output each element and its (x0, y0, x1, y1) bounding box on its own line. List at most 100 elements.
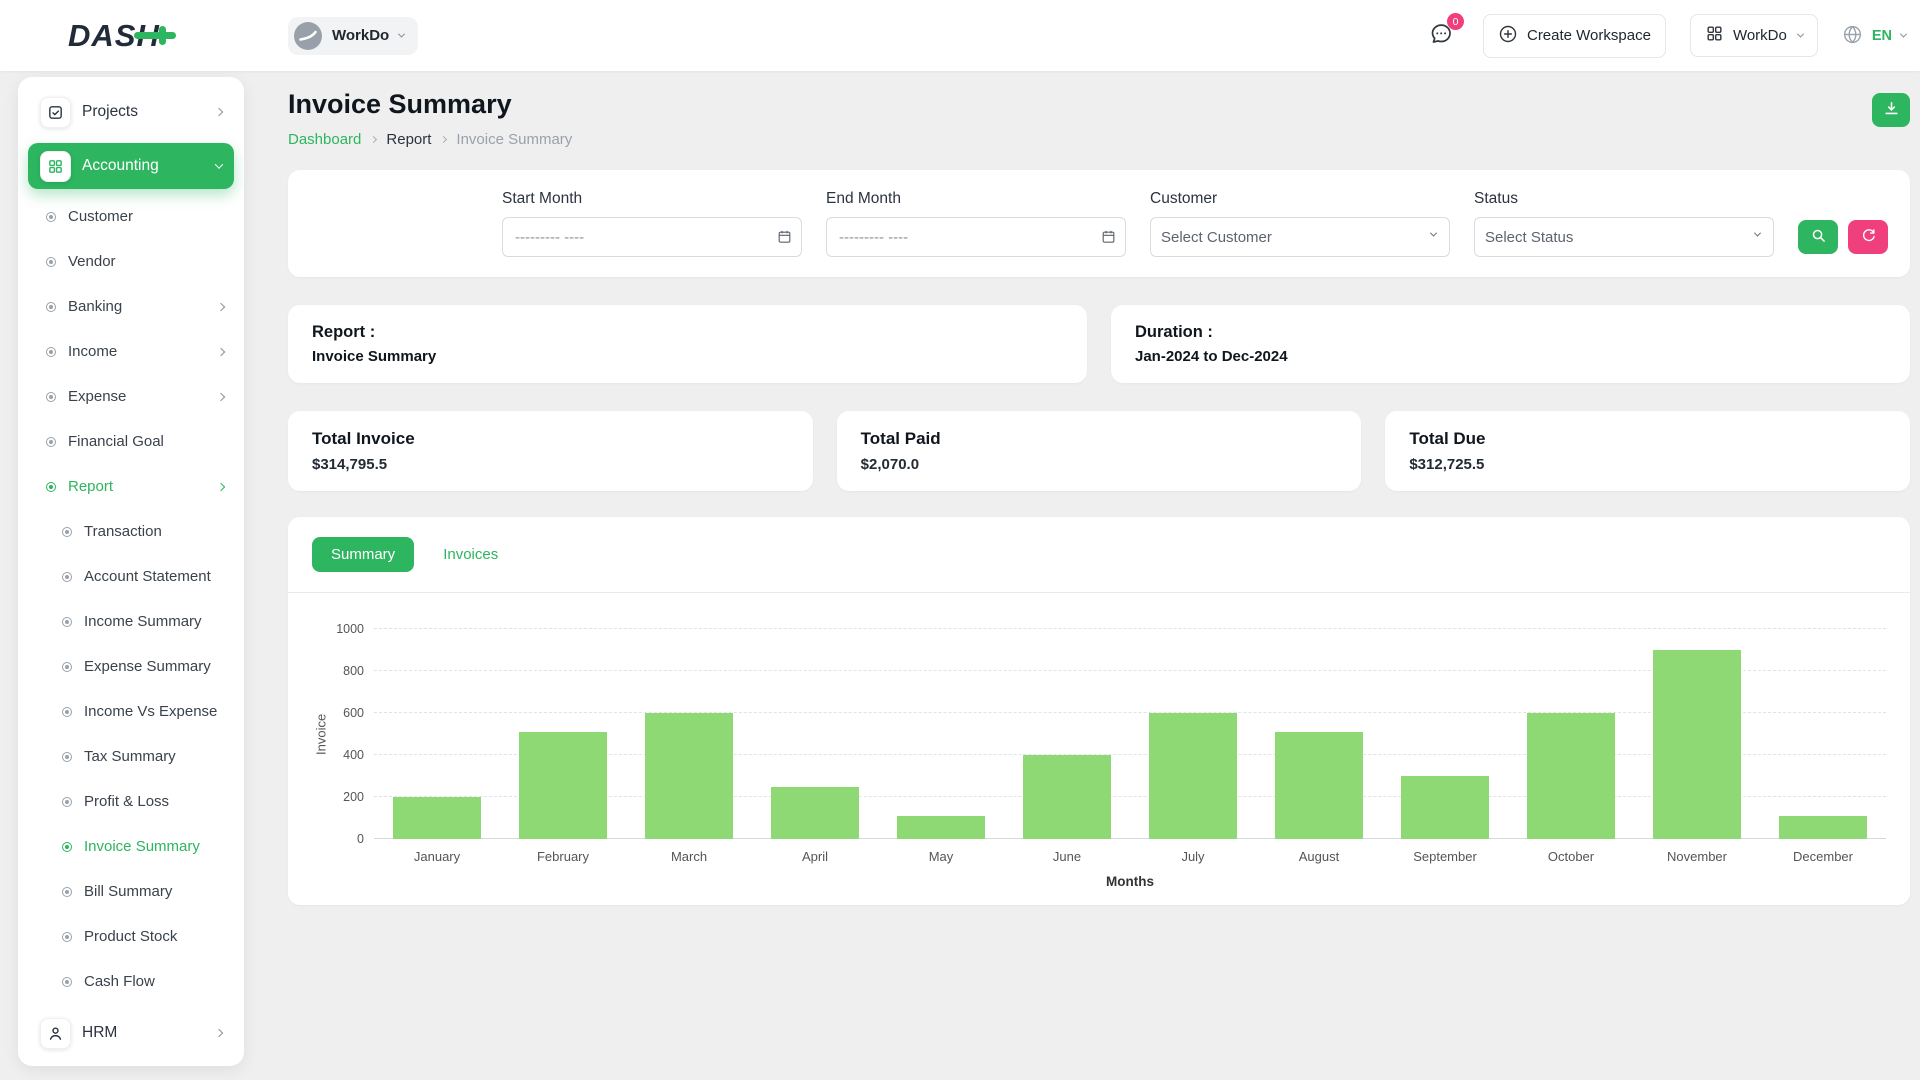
total-invoice-card: Total Invoice $314,795.5 (288, 411, 813, 491)
bullet-icon (46, 302, 56, 312)
messages-button[interactable]: 0 (1423, 16, 1459, 55)
language-selector[interactable]: EN (1842, 24, 1906, 48)
download-button[interactable] (1872, 93, 1910, 127)
bullet-icon (46, 212, 56, 222)
bar-june[interactable] (1023, 755, 1111, 839)
language-code: EN (1872, 28, 1892, 44)
start-month-label: Start Month (502, 190, 802, 208)
bullet-icon (62, 527, 72, 537)
invoice-chart: Invoice 02004006008001000 JanuaryFebruar… (312, 629, 1886, 889)
bullet-icon (62, 752, 72, 762)
sidebar-item-report[interactable]: Report (38, 467, 234, 506)
workspace-selector[interactable]: WorkDo (288, 17, 418, 55)
customer-select[interactable]: Select Customer (1150, 217, 1450, 257)
bullet-icon (46, 437, 56, 447)
bar-december[interactable] (1779, 816, 1867, 839)
workspace-avatar (294, 22, 322, 50)
bullet-icon (46, 257, 56, 267)
bar-july[interactable] (1149, 713, 1237, 839)
bar-november[interactable] (1653, 650, 1741, 839)
breadcrumb-dashboard-link[interactable]: Dashboard (288, 131, 361, 148)
bullet-icon (46, 347, 56, 357)
workspace-menu-button[interactable]: WorkDo (1690, 14, 1818, 57)
breadcrumb-current: Invoice Summary (456, 131, 572, 148)
x-tick-label: December (1760, 839, 1886, 864)
status-select[interactable]: Select Status (1474, 217, 1774, 257)
topbar: DASH WorkDo 0 Create (0, 0, 1920, 71)
bar-august[interactable] (1275, 732, 1363, 839)
y-tick-label: 800 (343, 664, 364, 678)
tab-summary[interactable]: Summary (312, 537, 414, 572)
chevron-right-icon (215, 1029, 223, 1037)
bar-cell (1634, 629, 1760, 839)
x-tick-label: May (878, 839, 1004, 864)
sidebar-item-hrm[interactable]: HRM (28, 1010, 234, 1056)
bullet-icon (62, 932, 72, 942)
total-due-value: $312,725.5 (1409, 456, 1886, 473)
sidebar-item-customer[interactable]: Customer (38, 197, 234, 236)
bar-february[interactable] (519, 732, 607, 839)
duration-info-value: Jan-2024 to Dec-2024 (1135, 348, 1886, 365)
total-invoice-label: Total Invoice (312, 429, 789, 449)
sidebar-item-income[interactable]: Income (38, 332, 234, 371)
total-paid-label: Total Paid (861, 429, 1338, 449)
sidebar-item-tax-summary[interactable]: Tax Summary (54, 737, 234, 776)
y-tick-label: 0 (357, 832, 364, 846)
report-submenu: Transaction Account Statement Income Summa… (18, 512, 244, 1007)
total-due-label: Total Due (1409, 429, 1886, 449)
breadcrumb-report: Report (386, 131, 431, 148)
sidebar-item-label: Transaction (84, 523, 162, 540)
bar-september[interactable] (1401, 776, 1489, 839)
calendar-icon[interactable] (777, 229, 792, 244)
sidebar-item-income-summary[interactable]: Income Summary (54, 602, 234, 641)
sidebar-item-financial-goal[interactable]: Financial Goal (38, 422, 234, 461)
sidebar-item-income-vs-expense[interactable]: Income Vs Expense (54, 692, 234, 731)
chevron-down-icon (398, 31, 405, 38)
bars (374, 629, 1886, 839)
divider (288, 592, 1910, 593)
sidebar-item-vendor[interactable]: Vendor (38, 242, 234, 281)
sidebar-item-transaction[interactable]: Transaction (54, 512, 234, 551)
sidebar-item-product-stock[interactable]: Product Stock (54, 917, 234, 956)
sidebar-item-label: Customer (68, 208, 133, 225)
filter-card: Start Month End Month Custom (288, 170, 1910, 277)
bar-october[interactable] (1527, 713, 1615, 839)
start-month-input[interactable] (502, 217, 802, 257)
sidebar-item-expense[interactable]: Expense (38, 377, 234, 416)
chart-y-axis: 02004006008001000 (330, 629, 374, 839)
main-content: Invoice Summary Dashboard Report Invoice… (244, 71, 1920, 1080)
bullet-icon (62, 797, 72, 807)
sidebar-item-banking[interactable]: Banking (38, 287, 234, 326)
end-month-input[interactable] (826, 217, 1126, 257)
bar-march[interactable] (645, 713, 733, 839)
app-logo[interactable]: DASH (68, 18, 160, 54)
bar-january[interactable] (393, 797, 481, 839)
calendar-icon[interactable] (1101, 229, 1116, 244)
bar-may[interactable] (897, 816, 985, 839)
bullet-icon (62, 662, 72, 672)
sidebar-item-expense-summary[interactable]: Expense Summary (54, 647, 234, 686)
reset-button[interactable] (1848, 220, 1888, 254)
sidebar-item-profit-loss[interactable]: Profit & Loss (54, 782, 234, 821)
bullet-icon (62, 977, 72, 987)
search-button[interactable] (1798, 220, 1838, 254)
start-month-field: Start Month (502, 190, 802, 257)
sidebar-item-accounting[interactable]: Accounting (28, 143, 234, 189)
report-info-label: Report : (312, 323, 1063, 342)
bar-cell (752, 629, 878, 839)
sidebar-item-invoice-summary[interactable]: Invoice Summary (54, 827, 234, 866)
sidebar-item-account-statement[interactable]: Account Statement (54, 557, 234, 596)
y-axis-title: Invoice (312, 629, 330, 839)
create-workspace-button[interactable]: Create Workspace (1483, 14, 1666, 58)
sidebar-item-cash-flow[interactable]: Cash Flow (54, 962, 234, 1001)
end-month-field: End Month (826, 190, 1126, 257)
tab-invoices[interactable]: Invoices (424, 537, 517, 572)
sidebar-item-bill-summary[interactable]: Bill Summary (54, 872, 234, 911)
bar-april[interactable] (771, 787, 859, 840)
sidebar-item-label: Account Statement (84, 568, 211, 585)
x-tick-label: July (1130, 839, 1256, 864)
sidebar-item-projects[interactable]: Projects (28, 89, 234, 135)
accounting-submenu: Customer Vendor Banking Income Expense Financ… (18, 197, 244, 512)
y-tick-label: 1000 (336, 622, 364, 636)
reset-icon (1861, 228, 1876, 246)
